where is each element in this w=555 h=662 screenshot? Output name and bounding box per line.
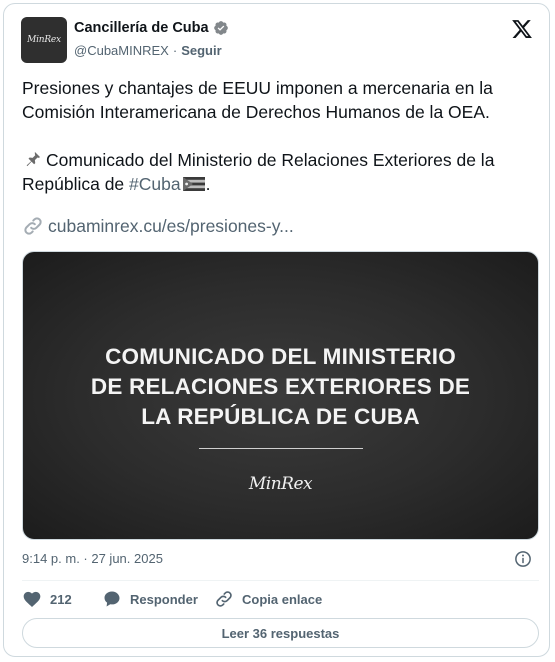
post-timestamp[interactable]: 9:14 p. m. · 27 jun. 2025 bbox=[22, 551, 163, 566]
x-logo-icon[interactable] bbox=[511, 18, 533, 40]
link-text: cubaminrex.cu/es/presiones-y... bbox=[48, 215, 294, 236]
reply-icon bbox=[104, 591, 120, 607]
media-title-line-1: COMUNICADO DEL MINISTERIO bbox=[105, 344, 456, 369]
media-title-line-2: DE RELACIONES EXTERIORES DE bbox=[90, 374, 471, 399]
read-replies-button[interactable]: Leer 36 respuestas bbox=[22, 618, 539, 648]
copy-link-button[interactable]: Copia enlace bbox=[214, 589, 322, 609]
external-link[interactable]: cubaminrex.cu/es/presiones-y... bbox=[22, 215, 294, 237]
hashtag-link[interactable]: #Cuba bbox=[129, 174, 181, 194]
copy-link-label: Copia enlace bbox=[242, 591, 323, 607]
reply-button[interactable]: Responder bbox=[102, 589, 214, 609]
info-icon[interactable] bbox=[514, 550, 532, 568]
follow-button[interactable]: Seguir bbox=[181, 43, 221, 58]
heart-icon bbox=[23, 591, 41, 607]
pin-icon bbox=[26, 151, 41, 167]
link-icon bbox=[24, 217, 42, 235]
author-name[interactable]: Cancillería de Cuba bbox=[74, 20, 209, 36]
media-image[interactable]: COMUNICADO DEL MINISTERIO DE RELACIONES … bbox=[22, 251, 539, 540]
cuba-flag-icon bbox=[182, 177, 205, 191]
tweet-text: Presiones y chantajes de EEUU imponen a … bbox=[22, 76, 537, 196]
author-handle-row: @CubaMINREX · Seguir bbox=[74, 43, 222, 58]
action-bar: 212 Responder Copia enlace bbox=[22, 588, 322, 610]
media-divider bbox=[199, 448, 363, 449]
reply-label: Responder bbox=[130, 591, 198, 607]
author-handle[interactable]: @CubaMINREX bbox=[74, 43, 169, 58]
media-title-line-3: LA REPÚBLICA DE CUBA bbox=[141, 404, 420, 429]
author-name-row: Cancillería de Cuba bbox=[74, 20, 229, 36]
avatar-logo-text: MinRex bbox=[27, 35, 61, 45]
tweet-paragraph-1: Presiones y chantajes de EEUU imponen a … bbox=[22, 78, 493, 122]
tweet-paragraph-2-text: Comunicado del Ministerio de Relaciones … bbox=[22, 150, 495, 194]
read-replies-label: Leer 36 respuestas bbox=[221, 625, 340, 641]
tweet-card: MinRex Cancillería de Cuba @CubaMINREX ·… bbox=[3, 3, 550, 657]
avatar[interactable]: MinRex bbox=[21, 17, 67, 63]
divider bbox=[22, 580, 539, 581]
tweet-paragraph-2: Comunicado del Ministerio de Relaciones … bbox=[22, 148, 537, 196]
like-button[interactable]: 212 bbox=[22, 589, 102, 609]
media-logo: MinRex bbox=[248, 474, 313, 494]
separator-dot: · bbox=[172, 43, 178, 58]
copy-link-icon bbox=[216, 591, 232, 607]
likes-count: 212 bbox=[50, 591, 72, 607]
verified-icon bbox=[213, 21, 228, 35]
tweet-paragraph-2-end: . bbox=[205, 174, 211, 194]
media-title: COMUNICADO DEL MINISTERIO DE RELACIONES … bbox=[23, 342, 538, 432]
